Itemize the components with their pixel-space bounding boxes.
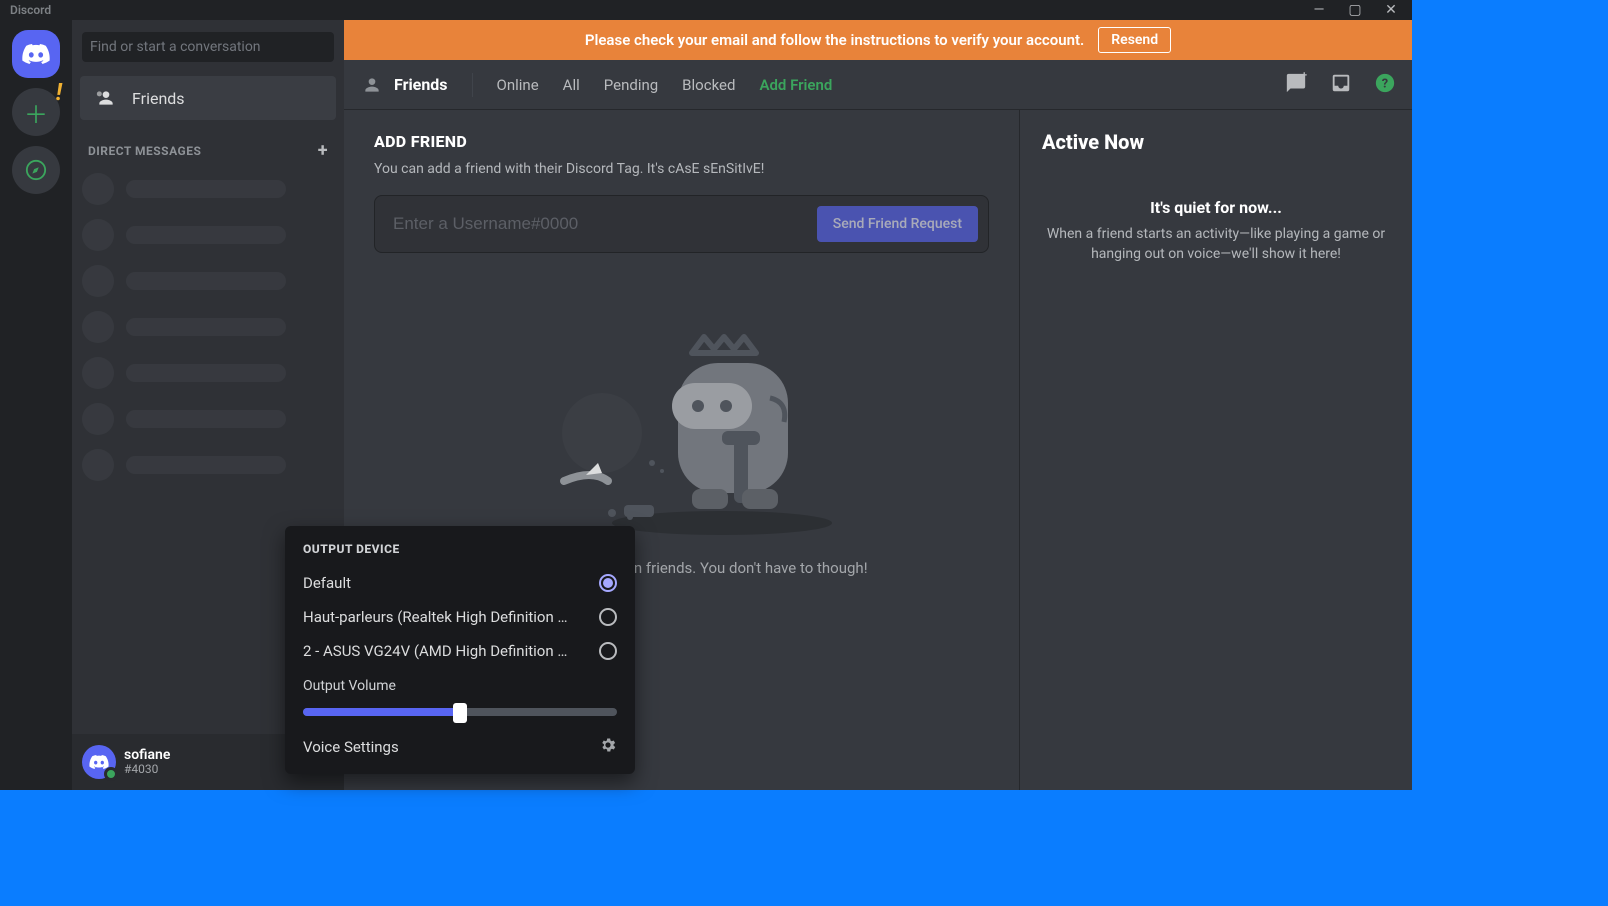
wumpus-illustration xyxy=(502,313,862,543)
svg-text:+: + xyxy=(1302,72,1308,81)
conversation-search[interactable]: Find or start a conversation xyxy=(82,32,334,62)
add-friend-subtitle: You can add a friend with their Discord … xyxy=(374,161,989,177)
compass-icon xyxy=(25,159,47,181)
output-device-popup: OUTPUT DEVICE Default Haut-parleurs (Rea… xyxy=(285,526,635,774)
help-icon: ? xyxy=(1374,72,1396,94)
dm-header-label: DIRECT MESSAGES xyxy=(88,144,201,158)
search-placeholder: Find or start a conversation xyxy=(90,39,261,55)
option-label: 2 - ASUS VG24V (AMD High Definition A... xyxy=(303,642,573,660)
option-label: Haut-parleurs (Realtek High Definition A… xyxy=(303,608,573,626)
output-volume-slider[interactable] xyxy=(303,708,617,716)
explore-servers-button[interactable] xyxy=(12,146,60,194)
add-friend-title: ADD FRIEND xyxy=(374,132,989,151)
active-now-title: Active Now xyxy=(1042,130,1390,154)
home-server-button[interactable] xyxy=(12,30,60,78)
voice-settings-button[interactable]: Voice Settings xyxy=(303,736,617,758)
friends-icon xyxy=(360,75,384,95)
verify-banner: Please check your email and follow the i… xyxy=(344,20,1412,60)
gear-icon xyxy=(599,736,617,758)
tab-online[interactable]: Online xyxy=(497,76,539,94)
user-tag: #4030 xyxy=(124,763,170,776)
close-icon[interactable]: ✕ xyxy=(1382,2,1400,18)
send-friend-request-button[interactable]: Send Friend Request xyxy=(817,206,978,242)
output-volume-label: Output Volume xyxy=(303,678,617,694)
app-title: Discord xyxy=(4,3,51,17)
discord-logo-icon xyxy=(89,755,109,769)
status-dot xyxy=(104,767,118,781)
dm-placeholder xyxy=(82,265,334,297)
alert-icon: ! xyxy=(56,78,62,106)
dm-placeholder xyxy=(82,449,334,481)
dm-placeholder xyxy=(82,219,334,251)
discord-logo-icon xyxy=(22,44,50,64)
banner-text: Please check your email and follow the i… xyxy=(585,31,1084,49)
slider-thumb[interactable] xyxy=(453,703,467,723)
tab-all[interactable]: All xyxy=(563,76,580,94)
resend-button[interactable]: Resend xyxy=(1098,27,1171,53)
dm-list xyxy=(72,167,344,487)
friend-input-wrap: Send Friend Request xyxy=(374,195,989,253)
option-label: Default xyxy=(303,574,351,592)
voice-settings-label: Voice Settings xyxy=(303,738,399,756)
popup-header: OUTPUT DEVICE xyxy=(303,542,617,556)
server-rail: ＋ ! xyxy=(0,20,72,790)
username: sofiane xyxy=(124,748,170,763)
dm-placeholder xyxy=(82,173,334,205)
active-quiet-heading: It's quiet for now... xyxy=(1042,198,1390,217)
radio-icon xyxy=(599,608,617,626)
tab-add-friend[interactable]: Add Friend xyxy=(759,76,832,94)
avatar[interactable] xyxy=(82,745,116,779)
discord-window: Discord — ▢ ✕ ＋ ! xyxy=(0,0,1412,790)
svg-text:?: ? xyxy=(1382,76,1388,91)
friends-label: Friends xyxy=(132,89,185,108)
help-button[interactable]: ? xyxy=(1374,72,1396,98)
radio-icon xyxy=(599,642,617,660)
create-dm-button[interactable]: + xyxy=(318,140,328,161)
active-now-panel: Active Now It's quiet for now... When a … xyxy=(1020,110,1412,790)
output-option-asus[interactable]: 2 - ASUS VG24V (AMD High Definition A... xyxy=(303,634,617,668)
tab-blocked[interactable]: Blocked xyxy=(682,76,735,94)
maximize-icon[interactable]: ▢ xyxy=(1346,2,1364,18)
friends-heading: Friends xyxy=(394,75,448,94)
new-group-dm-button[interactable]: + xyxy=(1284,72,1308,98)
inbox-button[interactable] xyxy=(1330,72,1352,98)
top-nav: Friends Online All Pending Blocked Add F… xyxy=(344,60,1412,110)
output-option-realtek[interactable]: Haut-parleurs (Realtek High Definition A… xyxy=(303,600,617,634)
dm-placeholder xyxy=(82,403,334,435)
radio-icon xyxy=(599,574,617,592)
sidebar-item-friends[interactable]: Friends xyxy=(80,76,336,120)
friend-tag-input[interactable] xyxy=(393,214,817,234)
minimize-icon[interactable]: — xyxy=(1310,2,1328,18)
friends-icon xyxy=(94,88,118,108)
output-option-default[interactable]: Default xyxy=(303,566,617,600)
dm-placeholder xyxy=(82,357,334,389)
dm-placeholder xyxy=(82,311,334,343)
tab-pending[interactable]: Pending xyxy=(604,76,658,94)
active-quiet-text: When a friend starts an activity—like pl… xyxy=(1042,225,1390,264)
slider-fill xyxy=(303,708,460,716)
inbox-icon xyxy=(1330,72,1352,94)
chat-plus-icon: + xyxy=(1284,72,1308,94)
add-server-button[interactable]: ＋ ! xyxy=(12,88,60,136)
titlebar: Discord — ▢ ✕ xyxy=(0,0,1412,20)
